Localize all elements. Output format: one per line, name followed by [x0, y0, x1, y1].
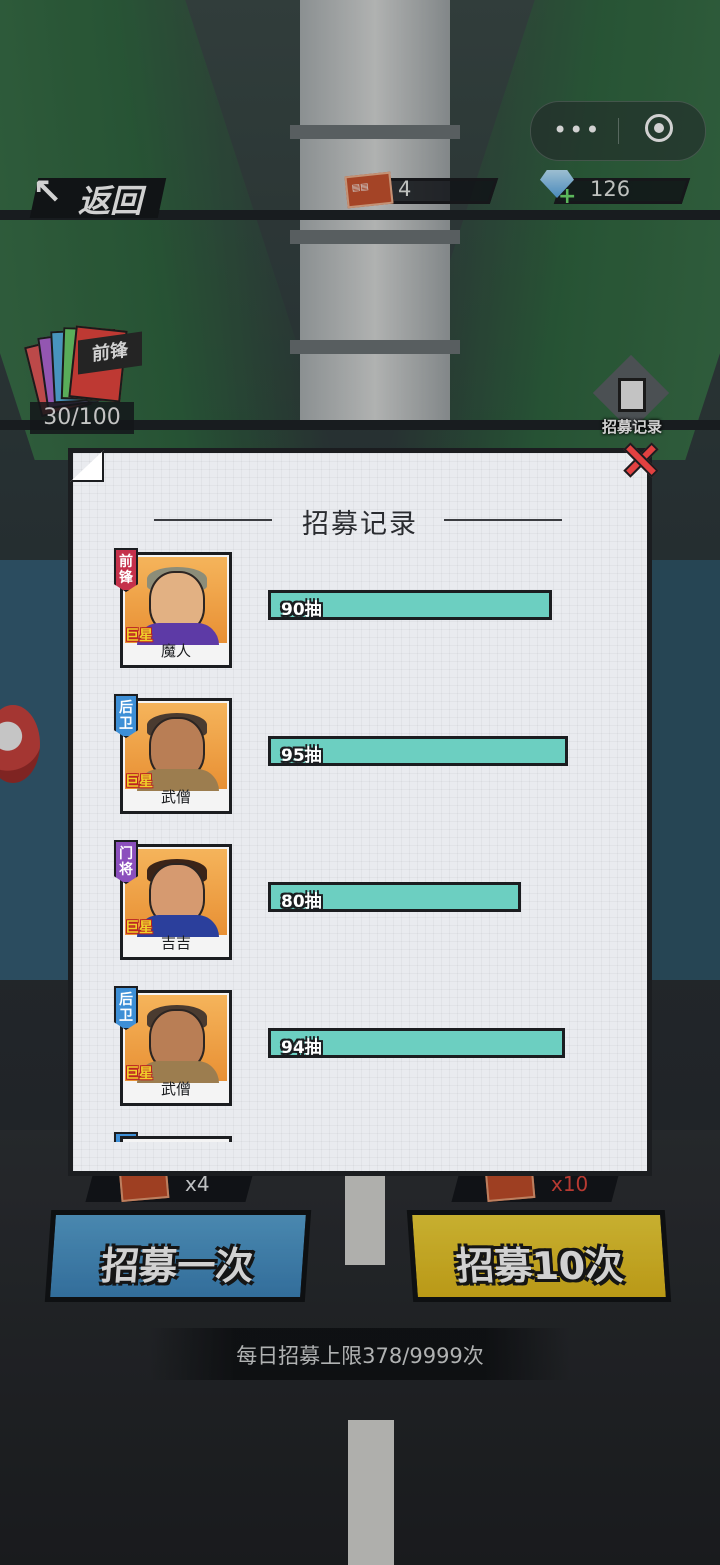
draws-label: 94抽 — [281, 1038, 322, 1058]
draws-bar: 94抽 — [268, 1028, 565, 1058]
draws-label: 90抽 — [281, 600, 322, 620]
position-badge: 前锋 — [114, 548, 138, 592]
player-card — [120, 1136, 232, 1142]
modal-title: 招募记录 — [302, 509, 418, 540]
player-name: 吉吉 — [160, 934, 191, 952]
record-row: 巨星 武僧 后卫 94抽 — [108, 986, 628, 1110]
player-name: 武僧 — [160, 788, 191, 806]
player-name: 武僧 — [160, 1080, 191, 1098]
position-badge: 门将 — [114, 840, 138, 884]
close-icon[interactable] — [618, 438, 662, 482]
draws-bar: 90抽 — [268, 590, 552, 620]
position-badge: 后卫 — [114, 986, 138, 1030]
draws-bar: 80抽 — [268, 882, 521, 912]
record-row: 巨星 武僧 后卫 95抽 — [108, 694, 628, 818]
record-row: 巨星 吉吉 门将 80抽 — [108, 840, 628, 964]
record-list[interactable]: 巨星 魔人 前锋 90抽 巨星 武僧 后卫 95抽 巨星 吉吉 门将 80抽 巨… — [108, 548, 628, 1142]
record-row: 巨星 魔人 前锋 90抽 — [108, 548, 628, 672]
draws-label: 80抽 — [281, 892, 322, 912]
recruit-history-modal: 招募记录 巨星 魔人 前锋 90抽 巨星 武僧 后卫 95抽 巨星 吉吉 门将 … — [68, 442, 659, 1176]
player-name: 魔人 — [160, 642, 191, 660]
draws-label: 95抽 — [281, 746, 322, 766]
position-badge: 后卫 — [114, 694, 138, 738]
draws-bar: 95抽 — [268, 736, 568, 766]
record-row-partial — [108, 1132, 628, 1142]
